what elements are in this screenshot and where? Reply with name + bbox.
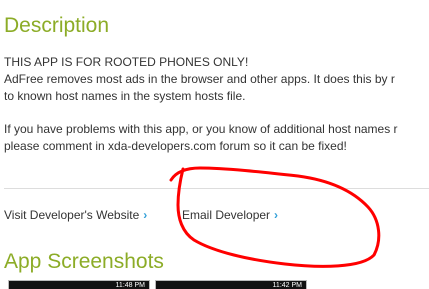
- section-divider: [4, 188, 429, 189]
- chevron-right-icon: ›: [143, 208, 148, 222]
- description-line: If you have problems with this app, or y…: [4, 122, 398, 136]
- status-time: 11:42 PM: [272, 282, 302, 289]
- description-line: AdFree removes most ads in the browser a…: [4, 72, 395, 86]
- description-line: THIS APP IS FOR ROOTED PHONES ONLY!: [4, 55, 249, 69]
- status-icons: [230, 283, 270, 289]
- description-line: to known host names in the system hosts …: [4, 89, 246, 103]
- app-details-page: Description THIS APP IS FOR ROOTED PHONE…: [0, 0, 429, 289]
- screenshot-thumbnail[interactable]: 11:48 PM: [8, 280, 150, 289]
- email-developer-link[interactable]: Email Developer ›: [182, 207, 278, 223]
- phone-status-bar: 11:48 PM: [9, 281, 149, 289]
- visit-developer-website-label: Visit Developer's Website: [4, 208, 140, 222]
- status-time: 11:48 PM: [115, 282, 145, 289]
- status-icons: [73, 283, 113, 289]
- app-screenshots-heading: App Screenshots: [4, 250, 164, 273]
- visit-developer-website-link[interactable]: Visit Developer's Website ›: [4, 207, 147, 223]
- screenshot-thumbnail[interactable]: 11:42 PM: [155, 280, 307, 289]
- chevron-right-icon: ›: [274, 208, 279, 222]
- description-heading: Description: [4, 14, 110, 37]
- email-developer-label: Email Developer: [182, 208, 271, 222]
- phone-status-bar: 11:42 PM: [156, 281, 306, 289]
- description-line: please comment in xda-developers.com for…: [4, 139, 347, 153]
